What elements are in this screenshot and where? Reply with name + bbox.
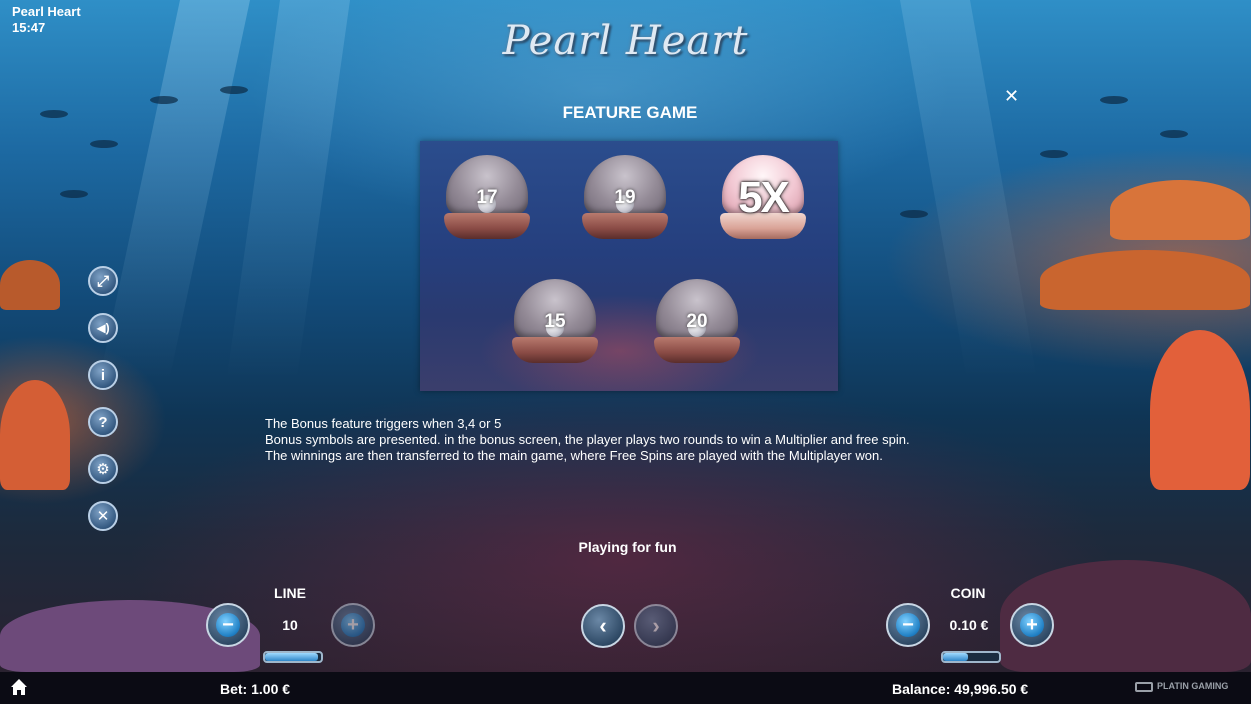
shell-value: 17 [476,187,498,208]
shell-19: 19 [582,155,668,245]
coral [1150,330,1250,490]
coin-value: 0.10 € [949,617,989,633]
dialog-title: FEATURE GAME [562,103,698,122]
brand-logo: PLATIN GAMING [1135,681,1228,692]
prev-page-button[interactable]: ‹ [581,604,625,648]
shell-15: 15 [512,279,598,369]
fish [220,86,248,94]
coin-plus-button[interactable]: + [1010,603,1054,647]
coin-slider[interactable] [941,651,1001,663]
feature-preview: 17 19 5X 15 20 [420,141,838,391]
next-page-button[interactable]: › [634,604,678,648]
plus-icon: + [1020,613,1044,637]
exit-icon[interactable]: ✕ [88,501,118,531]
bet-amount: Bet: 1.00 € [220,681,291,697]
minus-icon: − [896,613,920,637]
shell-multiplier: 5X [720,155,806,245]
coin-slider-fill [943,653,969,661]
shell-value: 19 [614,187,636,208]
line-minus-button[interactable]: − [206,603,250,647]
coral [0,260,60,310]
shell-value: 20 [686,311,708,332]
fish [1160,130,1188,138]
play-mode-status: Playing for fun [578,539,677,555]
line-value: 10 [282,617,298,633]
line-slider-fill [265,653,319,661]
home-icon[interactable] [10,678,28,696]
line-slider[interactable] [263,651,323,663]
line-plus-button[interactable]: + [331,603,375,647]
shell-17: 17 [444,155,530,245]
shell-20: 20 [654,279,740,369]
balance-amount: Balance: 49,996.50 € [892,681,1029,697]
coin-label: COIN [950,585,986,601]
help-icon[interactable]: ? [88,407,118,437]
fish [90,140,118,148]
coral [1110,180,1250,240]
shell-value: 15 [544,311,566,332]
game-logo: Pearl Heart [502,18,749,64]
description-line: The winnings are then transferred to the… [265,448,883,463]
line-label: LINE [274,585,306,601]
fullscreen-icon[interactable]: ⤢ [88,266,118,296]
coin-minus-button[interactable]: − [886,603,930,647]
coral [0,380,70,490]
sound-icon[interactable]: ◀) [88,313,118,343]
shell-multiplier-value: 5X [738,173,790,222]
feature-description: The Bonus feature triggers when 3,4 or 5… [265,416,910,464]
coral [1040,250,1250,310]
fish [1040,150,1068,158]
plus-icon: + [341,613,365,637]
description-line: Bonus symbols are presented. in the bonu… [265,432,910,447]
footer-bar: Bet: 1.00 € Balance: 49,996.50 € PLATIN … [0,672,1251,704]
fish [60,190,88,198]
minus-icon: − [216,613,240,637]
settings-icon[interactable]: ⚙ [88,454,118,484]
info-icon[interactable]: i [88,360,118,390]
chevron-left-icon: ‹ [599,613,607,638]
description-line: The Bonus feature triggers when 3,4 or 5 [265,416,502,431]
chevron-right-icon: › [652,613,660,638]
fish [900,210,928,218]
